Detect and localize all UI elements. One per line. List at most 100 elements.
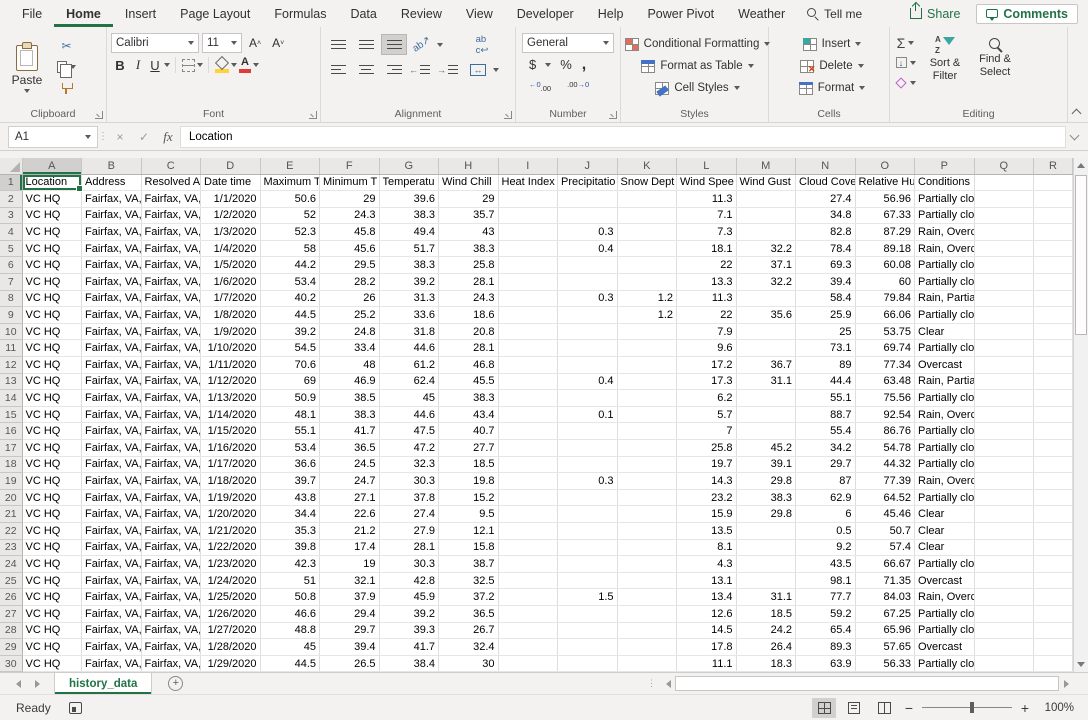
cell-L22[interactable]: 13.5 xyxy=(677,522,737,539)
cell-F29[interactable]: 39.4 xyxy=(320,639,380,656)
cell-R8[interactable] xyxy=(1034,290,1073,307)
previous-sheet-icon[interactable] xyxy=(16,680,21,688)
row-header-1[interactable]: 1 xyxy=(0,174,22,191)
cell-H3[interactable]: 35.7 xyxy=(439,207,499,224)
col-header-Q[interactable]: Q xyxy=(974,158,1034,174)
cell-N8[interactable]: 58.4 xyxy=(796,290,856,307)
col-header-B[interactable]: B xyxy=(82,158,142,174)
cell-J4[interactable]: 0.3 xyxy=(558,224,618,241)
cell-D18[interactable]: 1/17/2020 xyxy=(201,456,261,473)
cell-N23[interactable]: 9.2 xyxy=(796,539,856,556)
cell-A15[interactable]: VC HQ xyxy=(22,406,82,423)
cell-L7[interactable]: 13.3 xyxy=(677,274,737,291)
cell-B5[interactable]: Fairfax, VA, xyxy=(82,240,142,257)
cell-C20[interactable]: Fairfax, VA, xyxy=(141,489,201,506)
cell-R28[interactable] xyxy=(1034,622,1073,639)
currency-dropdown-icon[interactable] xyxy=(545,63,551,67)
cell-H15[interactable]: 43.4 xyxy=(439,406,499,423)
cell-J7[interactable] xyxy=(558,274,618,291)
cell-L28[interactable]: 14.5 xyxy=(677,622,737,639)
cell-E5[interactable]: 58 xyxy=(260,240,320,257)
cell-B16[interactable]: Fairfax, VA, xyxy=(82,423,142,440)
cell-O7[interactable]: 60 xyxy=(855,274,915,291)
vertical-scrollbar-thumb[interactable] xyxy=(1075,175,1087,335)
cell-H8[interactable]: 24.3 xyxy=(439,290,499,307)
cell-P29[interactable]: Overcast xyxy=(915,639,975,656)
cell-M6[interactable]: 37.1 xyxy=(736,257,796,274)
cell-H22[interactable]: 12.1 xyxy=(439,522,499,539)
cell-E7[interactable]: 53.4 xyxy=(260,274,320,291)
cell-J25[interactable] xyxy=(558,572,618,589)
cell-N18[interactable]: 29.7 xyxy=(796,456,856,473)
cell-P25[interactable]: Overcast xyxy=(915,572,975,589)
cell-Q2[interactable] xyxy=(974,191,1034,208)
cell-A28[interactable]: VC HQ xyxy=(22,622,82,639)
cell-H9[interactable]: 18.6 xyxy=(439,307,499,324)
cell-P8[interactable]: Rain, Partially cloudy xyxy=(915,290,975,307)
row-header-5[interactable]: 5 xyxy=(0,240,22,257)
cell-L4[interactable]: 7.3 xyxy=(677,224,737,241)
next-sheet-icon[interactable] xyxy=(35,680,40,688)
cell-F26[interactable]: 37.9 xyxy=(320,589,380,606)
zoom-slider[interactable] xyxy=(922,707,1012,708)
tab-data[interactable]: Data xyxy=(338,0,388,27)
cell-C11[interactable]: Fairfax, VA, xyxy=(141,340,201,357)
cell-F18[interactable]: 24.5 xyxy=(320,456,380,473)
vertical-scrollbar[interactable] xyxy=(1073,158,1088,672)
zoom-in-button[interactable]: + xyxy=(1018,701,1032,715)
cell-M30[interactable]: 18.3 xyxy=(736,655,796,672)
page-layout-view-button[interactable] xyxy=(842,698,866,718)
cell-I10[interactable] xyxy=(498,323,558,340)
cell-Q24[interactable] xyxy=(974,556,1034,573)
cell-C26[interactable]: Fairfax, VA, xyxy=(141,589,201,606)
cell-F23[interactable]: 17.4 xyxy=(320,539,380,556)
cell-F7[interactable]: 28.2 xyxy=(320,274,380,291)
cell-A1[interactable]: Location xyxy=(22,174,82,191)
cell-J12[interactable] xyxy=(558,357,618,374)
cell-L5[interactable]: 18.1 xyxy=(677,240,737,257)
cell-B19[interactable]: Fairfax, VA, xyxy=(82,473,142,490)
cell-R5[interactable] xyxy=(1034,240,1073,257)
font-dialog-launcher[interactable] xyxy=(309,111,317,119)
cell-H12[interactable]: 46.8 xyxy=(439,357,499,374)
cell-B9[interactable]: Fairfax, VA, xyxy=(82,307,142,324)
cell-L3[interactable]: 7.1 xyxy=(677,207,737,224)
cell-F2[interactable]: 29 xyxy=(320,191,380,208)
cell-F11[interactable]: 33.4 xyxy=(320,340,380,357)
cell-B1[interactable]: Address xyxy=(82,174,142,191)
clear-button[interactable] xyxy=(894,74,917,91)
cell-M5[interactable]: 32.2 xyxy=(736,240,796,257)
cell-Q20[interactable] xyxy=(974,489,1034,506)
cell-N12[interactable]: 89 xyxy=(796,357,856,374)
cell-G24[interactable]: 30.3 xyxy=(379,556,439,573)
format-as-table-button[interactable]: Format as Table xyxy=(625,57,764,75)
cell-H19[interactable]: 19.8 xyxy=(439,473,499,490)
insert-function-button[interactable]: fx xyxy=(156,129,180,145)
share-button[interactable]: Share xyxy=(902,5,968,23)
cell-L2[interactable]: 11.3 xyxy=(677,191,737,208)
cell-K4[interactable] xyxy=(617,224,677,241)
cell-Q8[interactable] xyxy=(974,290,1034,307)
cell-B6[interactable]: Fairfax, VA, xyxy=(82,257,142,274)
cell-E25[interactable]: 51 xyxy=(260,572,320,589)
cell-F25[interactable]: 32.1 xyxy=(320,572,380,589)
row-header-22[interactable]: 22 xyxy=(0,522,22,539)
format-painter-button[interactable] xyxy=(54,79,79,97)
cell-L6[interactable]: 22 xyxy=(677,257,737,274)
cell-K20[interactable] xyxy=(617,489,677,506)
cell-M2[interactable] xyxy=(736,191,796,208)
cell-H6[interactable]: 25.8 xyxy=(439,257,499,274)
cell-K9[interactable]: 1.2 xyxy=(617,307,677,324)
cell-H18[interactable]: 18.5 xyxy=(439,456,499,473)
tab-view[interactable]: View xyxy=(454,0,505,27)
cell-C18[interactable]: Fairfax, VA, xyxy=(141,456,201,473)
col-header-I[interactable]: I xyxy=(498,158,558,174)
formula-input[interactable]: Location xyxy=(180,126,1066,148)
cell-G16[interactable]: 47.5 xyxy=(379,423,439,440)
cell-K13[interactable] xyxy=(617,373,677,390)
cell-K16[interactable] xyxy=(617,423,677,440)
delete-cells-button[interactable]: Delete xyxy=(773,57,885,75)
cell-I7[interactable] xyxy=(498,274,558,291)
row-header-19[interactable]: 19 xyxy=(0,473,22,490)
cell-G20[interactable]: 37.8 xyxy=(379,489,439,506)
